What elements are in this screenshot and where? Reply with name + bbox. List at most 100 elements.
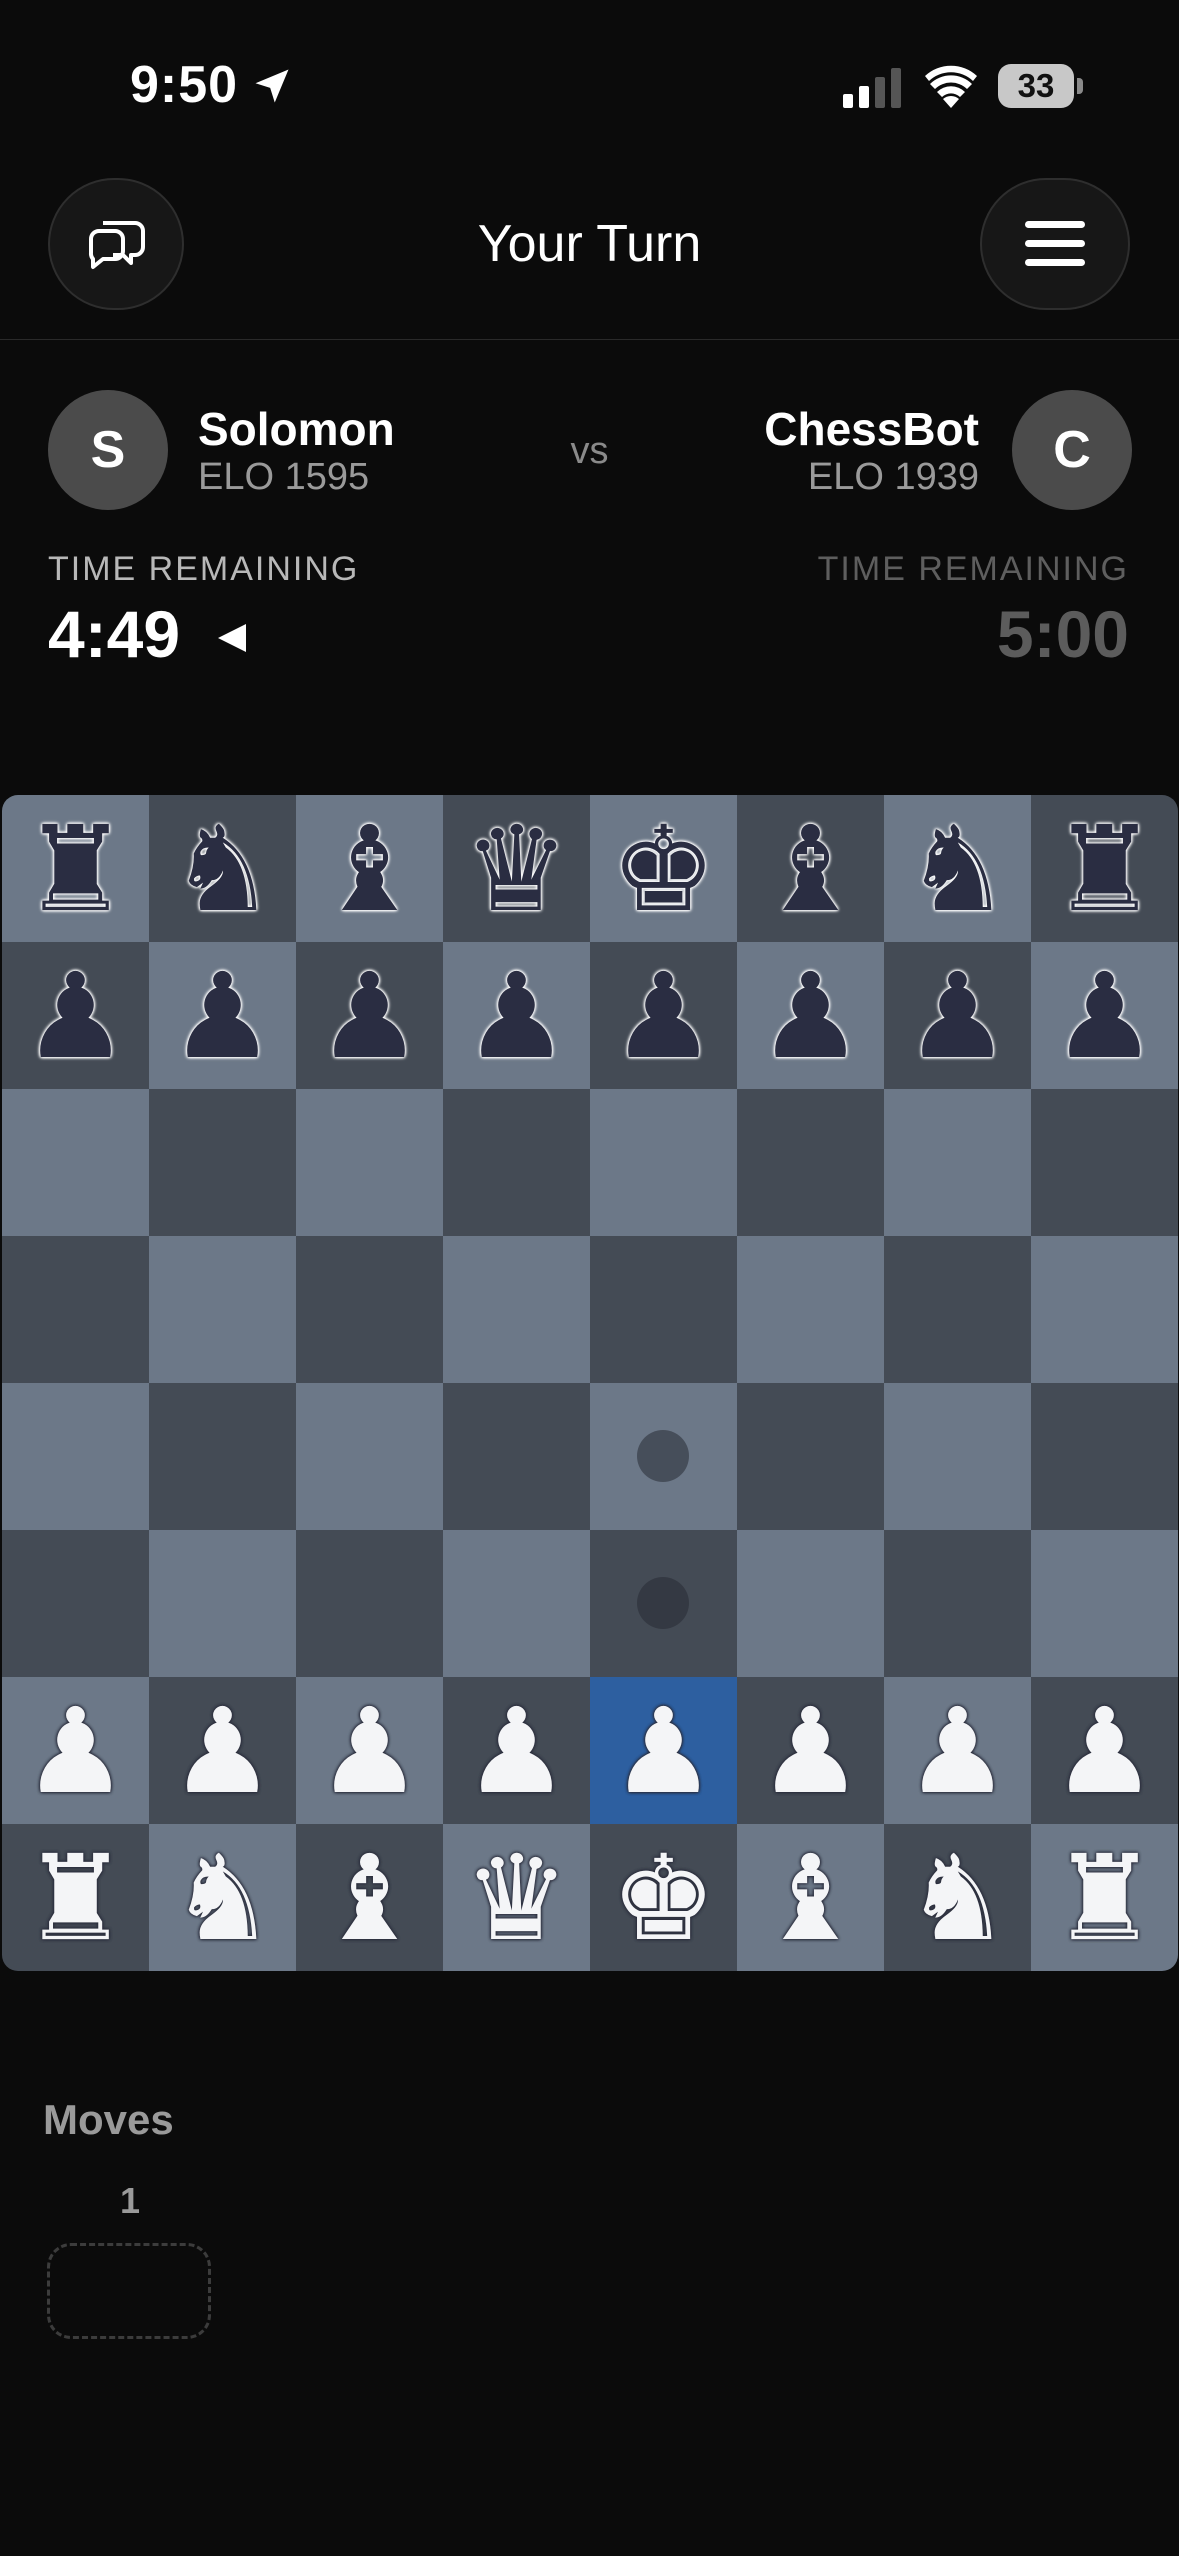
square-b8[interactable]: ♞ — [149, 795, 296, 942]
white-pawn-piece[interactable]: ♟ — [905, 1692, 1011, 1810]
square-h6[interactable] — [1031, 1089, 1178, 1236]
square-f5[interactable] — [737, 1236, 884, 1383]
square-g5[interactable] — [884, 1236, 1031, 1383]
chess-board[interactable]: ♜ ♞ ♝ ♛ ♚ ♝ ♞ ♜ ♟ ♟ ♟ ♟ ♟ ♟ ♟ ♟ ♟ ♟ ♟ ♟ ♟ ♟ ♟ ♟ ♜ ♞ ♝ ♛ ♚ ♝ ♞ ♜ — [2, 795, 1178, 1971]
white-pawn-piece[interactable]: ♟ — [170, 1692, 276, 1810]
square-b4[interactable] — [149, 1383, 296, 1530]
square-d8[interactable]: ♛ — [443, 795, 590, 942]
square-b3[interactable] — [149, 1530, 296, 1677]
square-d5[interactable] — [443, 1236, 590, 1383]
menu-button[interactable] — [980, 178, 1130, 310]
square-a7[interactable]: ♟ — [2, 942, 149, 1089]
square-d6[interactable] — [443, 1089, 590, 1236]
square-h5[interactable] — [1031, 1236, 1178, 1383]
square-c7[interactable]: ♟ — [296, 942, 443, 1089]
white-pawn-piece[interactable]: ♟ — [23, 1692, 129, 1810]
white-pawn-piece[interactable]: ♟ — [317, 1692, 423, 1810]
white-pawn-piece[interactable]: ♟ — [758, 1692, 864, 1810]
square-c6[interactable] — [296, 1089, 443, 1236]
black-bishop-piece: ♝ — [757, 799, 864, 938]
square-h4[interactable] — [1031, 1383, 1178, 1530]
square-f2[interactable]: ♟ — [737, 1677, 884, 1824]
square-c8[interactable]: ♝ — [296, 795, 443, 942]
move-hint-dot[interactable] — [637, 1430, 689, 1482]
white-bishop-piece[interactable]: ♝ — [317, 1839, 423, 1957]
square-b2[interactable]: ♟ — [149, 1677, 296, 1824]
square-f1[interactable]: ♝ — [737, 1824, 884, 1971]
player1-time-label: TIME REMAINING — [48, 550, 360, 588]
square-h1[interactable]: ♜ — [1031, 1824, 1178, 1971]
white-pawn-piece[interactable]: ♟ — [464, 1692, 570, 1810]
square-g6[interactable] — [884, 1089, 1031, 1236]
black-queen-piece: ♛ — [463, 799, 570, 938]
black-pawn-piece: ♟ — [1051, 946, 1158, 1085]
square-b6[interactable] — [149, 1089, 296, 1236]
square-b1[interactable]: ♞ — [149, 1824, 296, 1971]
player2-elo: ELO 1939 — [807, 456, 979, 498]
square-e8[interactable]: ♚ — [590, 795, 737, 942]
move-hint-dot[interactable] — [637, 1577, 689, 1629]
white-queen-piece[interactable]: ♛ — [464, 1839, 570, 1957]
white-rook-piece[interactable]: ♜ — [23, 1839, 129, 1957]
square-c1[interactable]: ♝ — [296, 1824, 443, 1971]
white-bishop-piece[interactable]: ♝ — [758, 1839, 864, 1957]
location-arrow-icon — [255, 69, 289, 103]
square-h8[interactable]: ♜ — [1031, 795, 1178, 942]
square-c4[interactable] — [296, 1383, 443, 1530]
white-king-piece[interactable]: ♚ — [611, 1839, 717, 1957]
square-g4[interactable] — [884, 1383, 1031, 1530]
square-b7[interactable]: ♟ — [149, 942, 296, 1089]
player2-name: ChessBot — [764, 403, 979, 455]
player2-time-label: TIME REMAINING — [817, 550, 1129, 588]
square-g1[interactable]: ♞ — [884, 1824, 1031, 1971]
square-a5[interactable] — [2, 1236, 149, 1383]
square-d2[interactable]: ♟ — [443, 1677, 590, 1824]
square-f7[interactable]: ♟ — [737, 942, 884, 1089]
square-g2[interactable]: ♟ — [884, 1677, 1031, 1824]
square-d1[interactable]: ♛ — [443, 1824, 590, 1971]
square-a1[interactable]: ♜ — [2, 1824, 149, 1971]
square-d4[interactable] — [443, 1383, 590, 1530]
white-rook-piece[interactable]: ♜ — [1052, 1839, 1158, 1957]
square-a2[interactable]: ♟ — [2, 1677, 149, 1824]
square-c5[interactable] — [296, 1236, 443, 1383]
square-e4[interactable] — [590, 1383, 737, 1530]
square-f8[interactable]: ♝ — [737, 795, 884, 942]
square-h7[interactable]: ♟ — [1031, 942, 1178, 1089]
square-e1[interactable]: ♚ — [590, 1824, 737, 1971]
white-knight-piece[interactable]: ♞ — [170, 1839, 276, 1957]
square-e6[interactable] — [590, 1089, 737, 1236]
vs-label: vs — [570, 430, 609, 472]
square-h3[interactable] — [1031, 1530, 1178, 1677]
black-pawn-piece: ♟ — [22, 946, 129, 1085]
square-f4[interactable] — [737, 1383, 884, 1530]
square-a3[interactable] — [2, 1530, 149, 1677]
square-e7[interactable]: ♟ — [590, 942, 737, 1089]
square-a8[interactable]: ♜ — [2, 795, 149, 942]
square-f3[interactable] — [737, 1530, 884, 1677]
square-e3[interactable] — [590, 1530, 737, 1677]
square-e2[interactable]: ♟ — [590, 1677, 737, 1824]
square-h2[interactable]: ♟ — [1031, 1677, 1178, 1824]
square-g7[interactable]: ♟ — [884, 942, 1031, 1089]
square-c2[interactable]: ♟ — [296, 1677, 443, 1824]
hamburger-menu-icon — [1025, 221, 1085, 266]
square-f6[interactable] — [737, 1089, 884, 1236]
square-a4[interactable] — [2, 1383, 149, 1530]
square-e5[interactable] — [590, 1236, 737, 1383]
square-g3[interactable] — [884, 1530, 1031, 1677]
white-pawn-piece[interactable]: ♟ — [1052, 1692, 1158, 1810]
square-b5[interactable] — [149, 1236, 296, 1383]
black-rook-piece: ♜ — [1051, 799, 1158, 938]
square-c3[interactable] — [296, 1530, 443, 1677]
black-rook-piece: ♜ — [22, 799, 129, 938]
square-g8[interactable]: ♞ — [884, 795, 1031, 942]
white-knight-piece[interactable]: ♞ — [905, 1839, 1011, 1957]
square-d3[interactable] — [443, 1530, 590, 1677]
white-pawn-piece[interactable]: ♟ — [611, 1692, 717, 1810]
avatar-player2: C — [1012, 390, 1132, 510]
moves-title: Moves — [43, 2096, 174, 2143]
black-knight-piece: ♞ — [904, 799, 1011, 938]
square-d7[interactable]: ♟ — [443, 942, 590, 1089]
square-a6[interactable] — [2, 1089, 149, 1236]
